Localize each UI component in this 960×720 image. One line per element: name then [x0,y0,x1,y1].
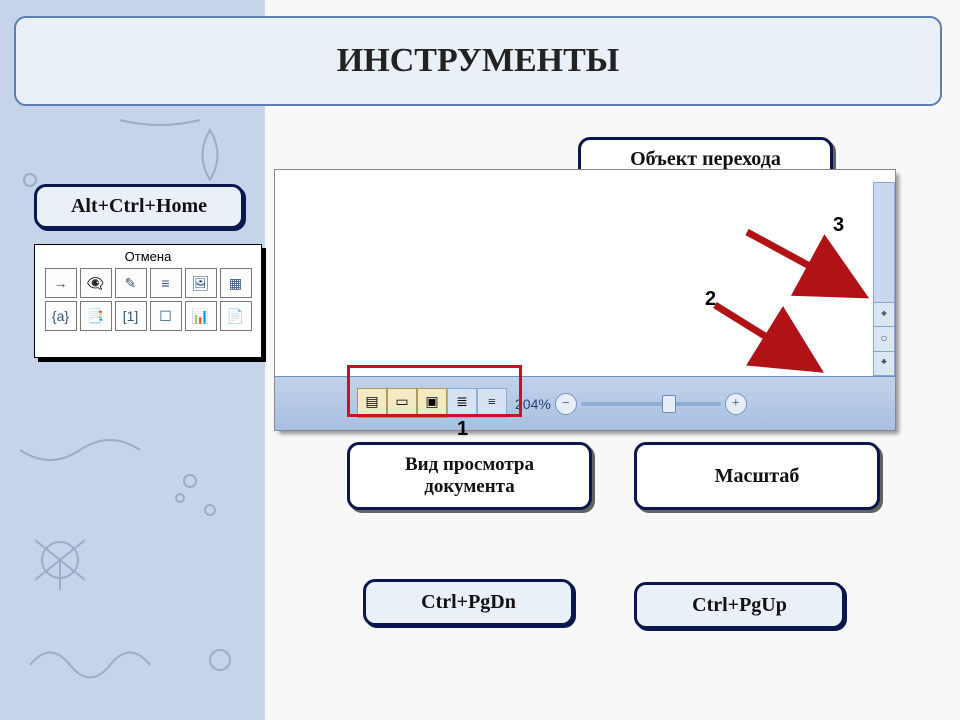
nav-cell-table[interactable]: ▦ [220,268,252,298]
nav-cell-find[interactable]: 👁‍🗨 [80,268,112,298]
nav-object-label: Объект перехода [630,148,781,171]
zoom-in-button[interactable]: + [725,393,747,415]
view-mode-label: Вид просмотра документа [358,454,581,498]
nav-cell-heading[interactable]: ≡ [150,268,182,298]
nav-cell-page[interactable]: 📄 [220,301,252,331]
dialog-grid: → 👁‍🗨 ✎ ≡ 🖼 ▦ {a} 📑 [1] ☐ 📊 📄 [45,268,252,331]
nav-cell-field[interactable]: {a} [45,301,77,331]
zoom-label: Масштаб [715,465,800,488]
title-panel: ИНСТРУМЕНТЫ [14,16,942,106]
callout-pgup: Ctrl+PgUp [634,582,845,629]
view-web-button[interactable]: ▣ [417,388,447,418]
callout-pgdn: Ctrl+PgDn [363,579,574,626]
nav-cell-endnote[interactable]: 📑 [80,301,112,331]
word-screenshot: 🠹 ○ 🠻 3 2 ▤ ▭ ▣ ≣ ≡ 204% − + 1 [275,170,895,430]
marker-1: 1 [457,418,468,441]
nav-cell-graphic[interactable]: 🖼 [185,268,217,298]
marker-3: 3 [833,214,844,237]
callout-shortcut-home: Alt+Ctrl+Home [34,184,244,229]
navigation-dialog: Отмена → 👁‍🗨 ✎ ≡ 🖼 ▦ {a} 📑 [1] ☐ 📊 📄 [34,244,262,358]
view-outline-button[interactable]: ≣ [447,388,477,418]
zoom-percentage[interactable]: 204% [515,396,551,412]
status-bar: ▤ ▭ ▣ ≣ ≡ 204% − + [275,376,895,430]
pgdn-label: Ctrl+PgDn [421,591,516,614]
view-buttons: ▤ ▭ ▣ ≣ ≡ [357,388,507,420]
nav-cell-edit[interactable]: ✎ [115,268,147,298]
view-fullscreen-button[interactable]: ▭ [387,388,417,418]
zoom-group: 204% − + [515,393,747,415]
callout-zoom: Масштаб [634,442,880,510]
view-draft-button[interactable]: ≡ [477,388,507,418]
marker-2: 2 [705,288,716,311]
nav-cell-arrow[interactable]: → [45,268,77,298]
zoom-out-button[interactable]: − [555,393,577,415]
zoom-slider-thumb[interactable] [662,395,676,413]
nav-cell-footnote[interactable]: [1] [115,301,147,331]
view-print-layout-button[interactable]: ▤ [357,388,387,418]
zoom-slider[interactable] [581,402,721,406]
shortcut-home-label: Alt+Ctrl+Home [71,195,207,218]
page-title: ИНСТРУМЕНТЫ [337,42,619,80]
pgup-label: Ctrl+PgUp [692,594,787,617]
callout-view-mode: Вид просмотра документа [347,442,592,510]
nav-cell-section[interactable]: 📊 [185,301,217,331]
nav-cell-comment[interactable]: ☐ [150,301,182,331]
decorative-sidebar [0,0,265,720]
dialog-title: Отмена [125,249,172,264]
